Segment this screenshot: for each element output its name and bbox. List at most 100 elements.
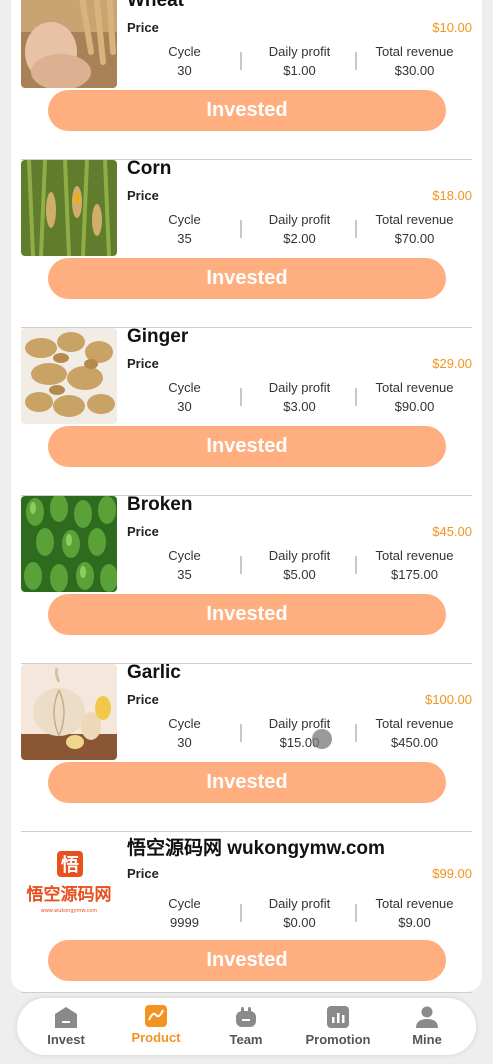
team-icon <box>236 1007 256 1027</box>
cycle-label: Cycle <box>168 716 201 731</box>
tab-mine[interactable]: Mine <box>381 998 473 1055</box>
divider <box>21 831 472 832</box>
cycle-label: Cycle <box>168 548 201 563</box>
price-value: $99.00 <box>432 866 472 881</box>
cycle-stat: Cycle 30 <box>127 378 242 416</box>
product-stats: Cycle 30 Daily profit $1.00 Total revenue $… <box>127 42 472 80</box>
price-value: $10.00 <box>432 20 472 35</box>
daily-profit-value: $5.00 <box>283 567 316 582</box>
invest-icon <box>55 1007 77 1028</box>
price-value: $45.00 <box>432 524 472 539</box>
invested-button[interactable]: Invested <box>48 426 446 467</box>
wheat-image <box>21 0 117 88</box>
tab-label: Promotion <box>305 1032 371 1047</box>
mine-icon <box>416 1006 438 1028</box>
garlic-image <box>21 664 117 760</box>
cycle-value: 30 <box>177 399 192 414</box>
product-stats: Cycle 30 Daily profit $15.00 Total revenue… <box>127 714 472 752</box>
daily-profit-stat: Daily profit $3.00 <box>242 378 357 416</box>
daily-profit-label: Daily profit <box>268 44 331 59</box>
product-stats: Cycle 9999 Daily profit $0.00 Total revenu… <box>127 894 472 932</box>
tab-label: Invest <box>47 1032 85 1047</box>
cycle-stat: Cycle 35 <box>127 546 242 584</box>
product-stats: Cycle 35 Daily profit $5.00 Total revenue $… <box>127 546 472 584</box>
cycle-stat: Cycle 35 <box>127 210 242 248</box>
divider <box>21 992 472 993</box>
ginger-image <box>21 328 117 424</box>
price-value: $29.00 <box>432 356 472 371</box>
total-revenue-stat: Total revenue $175.00 <box>357 546 472 584</box>
price-label: Price <box>127 188 159 203</box>
total-revenue-stat: Total revenue $30.00 <box>357 42 472 80</box>
daily-profit-stat: Daily profit $1.00 <box>242 42 357 80</box>
bottom-tab-bar: Invest Product Team Promotion Mine <box>17 998 476 1055</box>
price-label: Price <box>127 524 159 539</box>
price-value: $100.00 <box>425 692 472 707</box>
product-name: Wheat <box>127 0 184 11</box>
cycle-value: 30 <box>177 735 192 750</box>
total-revenue-value: $9.00 <box>398 915 431 930</box>
corn-image <box>21 160 117 256</box>
total-revenue-label: Total revenue <box>375 716 454 731</box>
cycle-value: 9999 <box>170 915 199 930</box>
wukong-logo-image: 悟 悟空源码网 www.wukongymw.com <box>21 843 117 939</box>
product-name: 悟空源码网 wukongymw.com <box>127 838 385 859</box>
price-label: Price <box>127 866 159 881</box>
total-revenue-stat: Total revenue $70.00 <box>357 210 472 248</box>
tab-promotion[interactable]: Promotion <box>292 998 384 1055</box>
cycle-label: Cycle <box>168 212 201 227</box>
invested-button[interactable]: Invested <box>48 762 446 803</box>
touch-cursor-indicator <box>312 729 332 749</box>
cycle-stat: Cycle 30 <box>127 42 242 80</box>
product-stats: Cycle 30 Daily profit $3.00 Total revenue $… <box>127 378 472 416</box>
tab-product[interactable]: Product <box>110 998 202 1055</box>
total-revenue-label: Total revenue <box>375 44 454 59</box>
invested-button[interactable]: Invested <box>48 258 446 299</box>
product-name: Garlic <box>127 662 181 683</box>
daily-profit-stat: Daily profit $2.00 <box>242 210 357 248</box>
tab-team[interactable]: Team <box>200 998 292 1055</box>
total-revenue-label: Total revenue <box>375 548 454 563</box>
total-revenue-value: $175.00 <box>391 567 438 582</box>
invested-button[interactable]: Invested <box>48 940 446 981</box>
total-revenue-label: Total revenue <box>375 212 454 227</box>
daily-profit-value: $15.00 <box>279 735 320 750</box>
product-item-broken: Broken Price $45.00 Cycle 35 Daily profit… <box>21 494 472 664</box>
total-revenue-stat: Total revenue $9.00 <box>357 894 472 932</box>
daily-profit-label: Daily profit <box>268 896 331 911</box>
total-revenue-value: $450.00 <box>391 735 438 750</box>
tab-label: Product <box>131 1030 181 1045</box>
total-revenue-value: $70.00 <box>394 231 435 246</box>
cycle-value: 35 <box>177 231 192 246</box>
tab-invest[interactable]: Invest <box>20 998 112 1055</box>
product-name: Corn <box>127 158 172 179</box>
cycle-label: Cycle <box>168 44 201 59</box>
total-revenue-value: $30.00 <box>394 63 435 78</box>
daily-profit-value: $0.00 <box>283 915 316 930</box>
daily-profit-label: Daily profit <box>268 716 331 731</box>
cycle-stat: Cycle 30 <box>127 714 242 752</box>
daily-profit-value: $2.00 <box>283 231 316 246</box>
tab-label: Team <box>229 1032 263 1047</box>
price-value: $18.00 <box>432 188 472 203</box>
product-item-corn: Corn Price $18.00 Cycle 35 Daily profit $2… <box>21 158 472 328</box>
daily-profit-value: $1.00 <box>283 63 316 78</box>
daily-profit-stat: Daily profit $5.00 <box>242 546 357 584</box>
product-stats: Cycle 35 Daily profit $2.00 Total revenue $… <box>127 210 472 248</box>
invested-button[interactable]: Invested <box>48 594 446 635</box>
promotion-icon <box>327 1006 349 1028</box>
product-item-wukong: 悟 悟空源码网 www.wukongymw.com 悟空源码网 wukongym… <box>21 835 472 993</box>
daily-profit-stat: Daily profit $0.00 <box>242 894 357 932</box>
price-label: Price <box>127 20 159 35</box>
invested-button[interactable]: Invested <box>48 90 446 131</box>
product-icon <box>145 1005 167 1027</box>
daily-profit-label: Daily profit <box>268 380 331 395</box>
product-item-wheat: Wheat Price $10.00 Cycle 30 Daily profit $… <box>21 0 472 160</box>
tab-label: Mine <box>412 1032 442 1047</box>
cycle-stat: Cycle 9999 <box>127 894 242 932</box>
cycle-value: 35 <box>177 567 192 582</box>
peppers-image <box>21 496 117 592</box>
total-revenue-label: Total revenue <box>375 896 454 911</box>
product-name: Ginger <box>127 326 189 347</box>
daily-profit-label: Daily profit <box>268 548 331 563</box>
